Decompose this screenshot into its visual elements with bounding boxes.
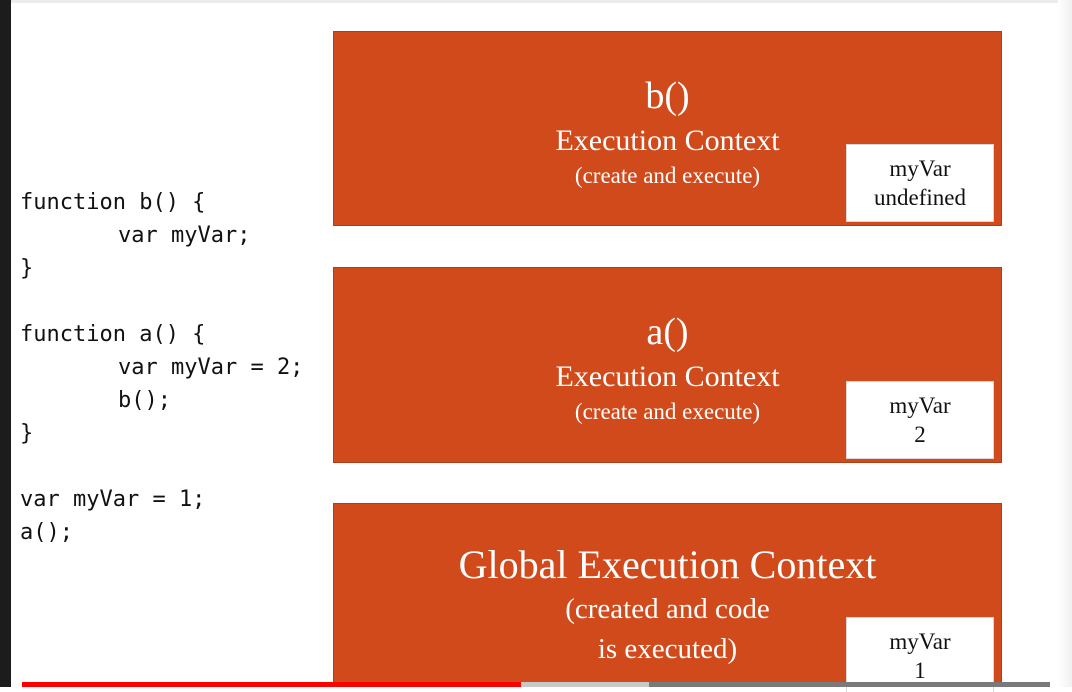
code-line: function b() { [20, 190, 206, 215]
global-variable-value: 1 [914, 658, 926, 683]
code-line: } [20, 421, 34, 446]
code-line: var myVar; [118, 223, 251, 248]
code-line: } [20, 256, 34, 281]
video-progress-bar[interactable] [22, 682, 1050, 687]
global-variable-box: myVar 1 [846, 617, 994, 692]
a-variable-box: myVar 2 [846, 381, 994, 459]
top-edge-line [11, 0, 1072, 3]
b-variable-box: myVar undefined [846, 144, 994, 222]
a-variable-name: myVar [889, 393, 951, 418]
a-context-name: a() [646, 311, 689, 353]
a-variable-value: 2 [914, 422, 926, 447]
video-played-bar [22, 682, 521, 687]
code-line: function a() { [20, 322, 206, 347]
global-variable-name: myVar [889, 629, 951, 654]
code-snippet: function b() { var myVar;} function a() { v… [20, 186, 303, 549]
right-edge-shade [1058, 0, 1072, 687]
b-execution-context: b() Execution Context (create and execut… [333, 31, 1002, 226]
b-variable-value: undefined [874, 185, 966, 210]
a-execution-context: a() Execution Context (create and execut… [333, 267, 1002, 463]
global-context-label: Global Execution Context [458, 542, 877, 587]
global-execution-context: Global Execution Context (created and co… [333, 503, 1002, 692]
code-line: a(); [20, 520, 73, 545]
code-line: b(); [118, 388, 171, 413]
b-variable-name: myVar [889, 156, 951, 181]
left-edge-bar [0, 0, 11, 687]
b-context-name: b() [645, 75, 690, 117]
code-line: var myVar = 2; [118, 355, 304, 380]
code-line: var myVar = 1; [20, 487, 206, 512]
